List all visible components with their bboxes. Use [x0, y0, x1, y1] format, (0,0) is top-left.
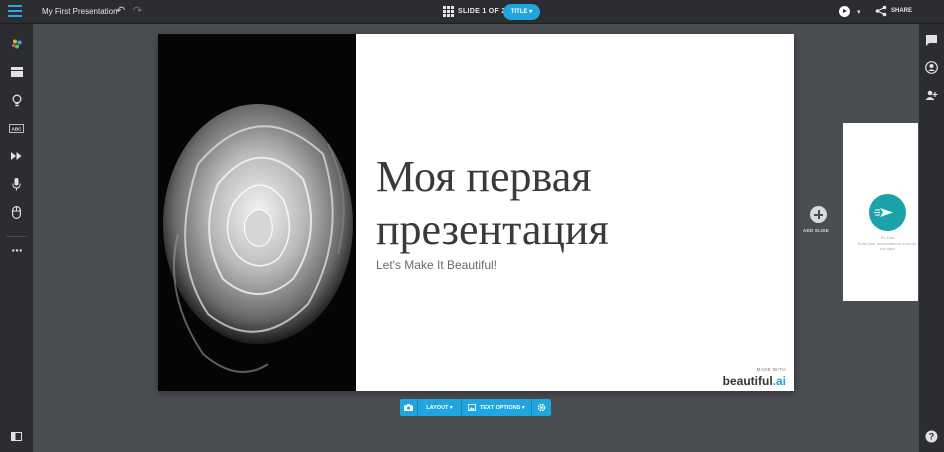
rocket-icon — [869, 194, 906, 231]
camera-icon[interactable] — [400, 399, 418, 416]
comment-icon[interactable] — [925, 34, 938, 47]
slide-toolbar: LAYOUT ▾ TEXT OPTIONS ▾ — [400, 399, 551, 416]
undo-icon[interactable]: ↶ — [116, 5, 128, 17]
play-options-caret[interactable]: ▾ — [857, 8, 861, 16]
svg-text:ABC: ABC — [12, 126, 22, 131]
play-icon[interactable] — [839, 6, 850, 17]
slide-counter[interactable]: SLIDE 1 OF 2 — [458, 8, 506, 15]
layout-button[interactable]: LAYOUT ▾ — [418, 399, 462, 416]
add-user-icon[interactable] — [925, 89, 938, 102]
settings-icon[interactable] — [532, 399, 551, 416]
sidebar-divider — [6, 236, 27, 237]
made-with-label: MADE WITH — [756, 367, 786, 372]
menu-icon[interactable] — [8, 5, 22, 19]
user-icon[interactable] — [925, 61, 938, 74]
rose-photo[interactable] — [158, 34, 356, 391]
add-slide-label[interactable]: ADD SLIDE — [803, 228, 829, 233]
slide-subtitle[interactable]: Let's Make It Beautiful! — [376, 258, 497, 272]
redo-icon[interactable]: ↷ — [133, 5, 145, 17]
image-icon — [468, 404, 476, 411]
more-icon[interactable] — [9, 243, 24, 257]
top-bar: My First Presentation ↶ ↷ SLIDE 1 OF 2 T… — [0, 0, 944, 24]
text-options-button[interactable]: TEXT OPTIONS ▾ — [462, 399, 532, 416]
panel-icon[interactable] — [9, 429, 24, 443]
mouse-icon[interactable] — [9, 205, 24, 219]
slide-canvas[interactable]: Моя первая презентация Let's Make It Bea… — [158, 34, 794, 391]
presentation-title[interactable]: My First Presentation — [42, 7, 118, 16]
brand-name: beautiful — [722, 374, 773, 388]
grid-icon[interactable] — [443, 6, 454, 17]
next-slide-preview[interactable]: It's Fast Build your presentations in ho… — [843, 123, 918, 301]
share-icon[interactable] — [875, 5, 887, 17]
lightbulb-icon[interactable] — [9, 93, 24, 107]
fast-forward-icon[interactable] — [9, 149, 24, 163]
slide-heading[interactable]: Моя первая презентация — [376, 150, 776, 256]
help-icon[interactable]: ? — [925, 430, 938, 443]
add-slide-button[interactable] — [810, 206, 827, 223]
title-layout-button[interactable]: TITLE ▾ — [503, 4, 540, 20]
text-options-label: TEXT OPTIONS ▾ — [480, 404, 525, 411]
left-sidebar: ABC — [0, 24, 33, 452]
microphone-icon[interactable] — [9, 177, 24, 191]
next-slide-title: It's Fast — [880, 235, 895, 240]
svg-text:?: ? — [929, 432, 935, 442]
brand-suffix: .ai — [772, 374, 786, 388]
palette-icon[interactable] — [9, 37, 24, 51]
layout-icon[interactable] — [9, 65, 24, 79]
share-button[interactable]: SHARE — [891, 8, 912, 14]
abc-icon[interactable]: ABC — [9, 121, 24, 135]
brand-logo: beautiful.ai — [723, 374, 786, 388]
next-slide-body: Build your presentations in hours, not d… — [857, 241, 918, 251]
